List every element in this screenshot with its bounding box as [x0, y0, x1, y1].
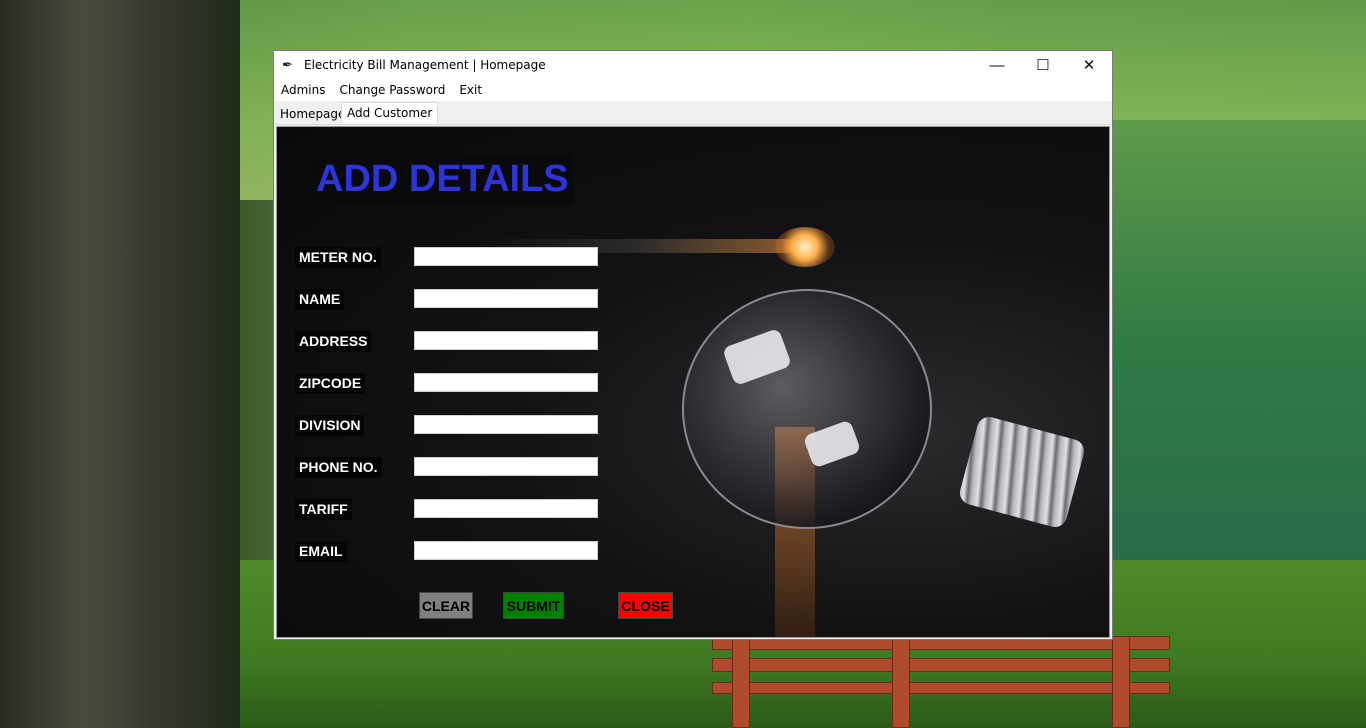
label-phone-no: PHONE NO.: [295, 457, 382, 478]
window-title: Electricity Bill Management | Homepage: [304, 58, 546, 72]
label-division: DIVISION: [295, 415, 365, 436]
wallpaper-lake: [1112, 120, 1366, 580]
clear-button[interactable]: CLEAR: [419, 592, 473, 619]
division-input[interactable]: [414, 415, 598, 434]
wallpaper-tree-trunk: [0, 0, 240, 728]
app-window: ✒ Electricity Bill Management | Homepage…: [273, 50, 1113, 640]
add-customer-panel: ADD DETAILS METER NO. NAME ADDRESS ZIPCO…: [276, 126, 1110, 638]
email-input[interactable]: [414, 541, 598, 560]
tab-homepage[interactable]: Homepage: [275, 104, 351, 124]
label-address: ADDRESS: [295, 331, 372, 352]
minimize-icon: —: [989, 56, 1005, 74]
tariff-input[interactable]: [414, 499, 598, 518]
tab-add-customer[interactable]: Add Customer: [341, 102, 439, 124]
page-title: ADD DETAILS: [312, 154, 573, 205]
close-window-button[interactable]: ✕: [1066, 51, 1112, 79]
name-input[interactable]: [414, 289, 598, 308]
feather-icon: ✒: [282, 57, 293, 72]
minimize-button[interactable]: —: [974, 51, 1020, 79]
tab-bar: Homepage Add Customer: [274, 101, 1112, 125]
label-meter-no: METER NO.: [295, 247, 381, 268]
menu-admins[interactable]: Admins: [274, 83, 333, 97]
menu-change-password[interactable]: Change Password: [333, 83, 453, 97]
menu-exit[interactable]: Exit: [452, 83, 489, 97]
menu-bar: Admins Change Password Exit: [274, 79, 1112, 101]
submit-button[interactable]: SUBMIT: [503, 592, 564, 619]
label-zipcode: ZIPCODE: [295, 373, 366, 394]
label-tariff: TARIFF: [295, 499, 352, 520]
bulb-screw-base: [957, 414, 1087, 530]
wallpaper-bench: [712, 636, 1170, 728]
label-email: EMAIL: [295, 541, 347, 562]
close-icon: ✕: [1082, 57, 1096, 74]
close-button[interactable]: CLOSE: [618, 592, 673, 619]
phone-no-input[interactable]: [414, 457, 598, 476]
maximize-button[interactable]: ☐: [1020, 51, 1066, 79]
title-bar[interactable]: ✒ Electricity Bill Management | Homepage…: [274, 51, 1112, 79]
maximize-icon: ☐: [1036, 57, 1050, 74]
label-name: NAME: [295, 289, 345, 310]
meter-no-input[interactable]: [414, 247, 598, 266]
lightbulb-image: [682, 289, 932, 529]
address-input[interactable]: [414, 331, 598, 350]
light-glow: [775, 227, 835, 267]
zipcode-input[interactable]: [414, 373, 598, 392]
window-controls: — ☐ ✕: [974, 51, 1112, 79]
